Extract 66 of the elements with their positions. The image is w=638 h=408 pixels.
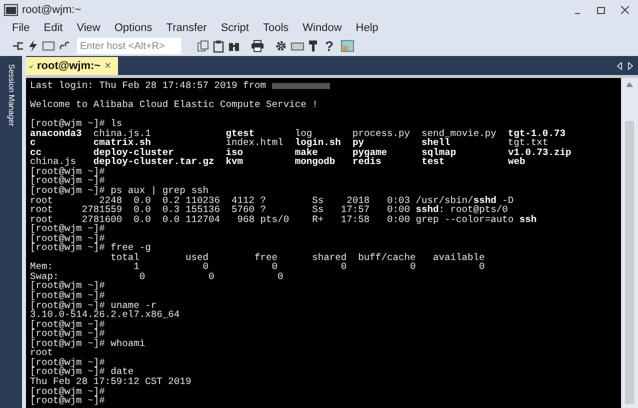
terminal-line: [root@wjm ~]# <box>30 386 105 396</box>
terminal-line: [root@wjm ~]# whoami <box>30 338 146 348</box>
terminal-line: Thu Feb 28 17:59:12 CST 2019 <box>30 376 192 386</box>
terminal-line: [root@wjm ~]# free -g <box>30 243 151 253</box>
link-icon[interactable] <box>59 40 71 52</box>
terminal-line: [root@wjm ~]# <box>30 291 105 301</box>
terminal-line: [root@wjm ~]# ls <box>30 119 122 129</box>
terminal-line: [root@wjm ~]# <box>30 281 105 292</box>
session-manager-panel[interactable]: Session Manager <box>0 56 22 408</box>
terminal-line: Welcome to Alibaba Cloud Elastic Compute Service ! <box>30 100 318 110</box>
terminal-line: c cmatrix.sh index.html login.sh py shell tgt.txt <box>30 138 548 148</box>
menu-item[interactable]: Options <box>114 20 152 37</box>
session-manager-label: Session Manager <box>6 64 17 126</box>
left-arrow-icon[interactable] <box>617 62 622 70</box>
terminal-line: [root@wjm ~]# <box>30 320 105 330</box>
printer-icon[interactable] <box>251 40 264 52</box>
terminal-line: [root@wjm ~]# uname -r <box>30 300 157 310</box>
terminal-line: [root@wjm ~]# <box>30 176 105 186</box>
terminal-line: [root@wjm ~]# <box>30 224 105 234</box>
terminal-line: cc deploy-cluster iso make pygame sqlmap v1.0.73.zip <box>30 148 572 158</box>
terminal-line: [root@wjm ~]# <box>30 234 105 244</box>
copy-icon[interactable] <box>197 40 209 52</box>
tab-label: root@wjm:~ <box>36 58 101 74</box>
terminal-line: Swap: 0 0 0 <box>30 272 284 282</box>
app-icon <box>4 4 18 16</box>
scrollbar[interactable] <box>621 78 638 408</box>
terminal-line: root 2781559 0.0 0.3 155136 5760 ? Ss 17:57 0:00 sshd: root@pts/0 <box>30 205 508 215</box>
terminal-line: Mem: 1 0 0 0 0 0 <box>30 262 485 272</box>
gear-icon[interactable] <box>275 40 287 52</box>
menu-item[interactable]: File <box>12 20 30 37</box>
terminal-line: [root@wjm ~]# <box>30 396 105 406</box>
menu-item[interactable]: Edit <box>44 20 63 37</box>
close-icon[interactable] <box>621 6 629 14</box>
menu-item[interactable]: Tools <box>262 20 289 37</box>
help-button[interactable]: ? <box>322 39 337 53</box>
terminal-line: [root@wjm ~]# ps aux | grep ssh <box>30 186 208 196</box>
redaction-block <box>272 83 330 89</box>
terminal-line: root <box>30 348 54 358</box>
scroll-thumb[interactable] <box>625 121 634 404</box>
menu-item[interactable]: Help <box>356 20 378 37</box>
terminal-line: anaconda3 china.js.1 gtest log process.py send_movie.py tgt-1.0.73 <box>30 128 566 138</box>
picture-icon[interactable] <box>340 40 354 52</box>
terminal-line: Last login: Thu Feb 28 17:48:57 2019 from <box>30 81 268 91</box>
lightning-icon[interactable] <box>28 40 38 52</box>
right-arrow-icon[interactable] <box>628 62 633 70</box>
menu-item[interactable]: Transfer <box>166 20 207 37</box>
window-title: root@wjm:~ <box>22 2 82 18</box>
scroll-up-icon[interactable] <box>626 82 633 87</box>
menu-item[interactable]: Script <box>220 20 249 37</box>
session-tab[interactable]: root@wjm:~ × <box>26 57 118 75</box>
terminal-line: [root@wjm ~]# <box>30 166 105 176</box>
terminal-line: 3.10.0-514.26.2.el7.x86_64 <box>30 310 180 320</box>
terminal-line: china.js deploy-cluster.tar.gz kvm mongodb redis test web <box>30 157 526 167</box>
terminal-line: [root@wjm ~]# date <box>30 367 134 377</box>
terminal-line: root 2781600 0.0 0.0 112704 968 pts/0 R+ 17:58 0:00 grep --color=auto ssh <box>30 214 537 224</box>
terminal-line: [root@wjm ~]# <box>30 329 105 339</box>
terminal-line: total used free shared buff/cache available <box>110 252 485 262</box>
host-field[interactable]: Enter host <Alt+R> <box>77 38 181 54</box>
terminal-screen[interactable] <box>26 78 621 408</box>
menu-item[interactable]: View <box>76 20 100 37</box>
tab-close-button[interactable]: × <box>104 58 111 74</box>
terminal-line: [root@wjm ~]# <box>30 358 105 368</box>
terminal-line: root 2248 0.0 0.2 110236 4112 ? Ss 2018 0:03 /usr/sbin/sshd -D <box>30 196 514 206</box>
paste-icon[interactable] <box>213 40 224 52</box>
connect-icon[interactable] <box>12 40 24 52</box>
menu-item[interactable]: Window <box>302 20 342 37</box>
